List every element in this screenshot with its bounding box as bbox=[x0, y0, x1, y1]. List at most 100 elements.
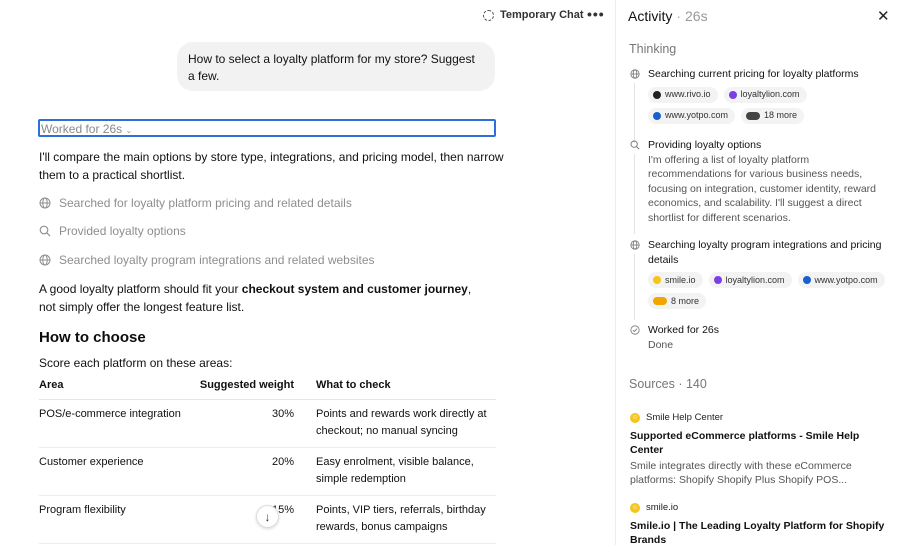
globe-icon bbox=[39, 197, 51, 209]
activity-item: Searching current pricing for loyalty pl… bbox=[630, 67, 892, 143]
temporary-chat-button[interactable]: Temporary Chat bbox=[483, 9, 584, 21]
source-card[interactable]: ☺ smile.io Smile.io | The Leading Loyalt… bbox=[630, 501, 885, 545]
cell-check: Points and rewards work directly at chec… bbox=[316, 399, 496, 448]
globe-icon bbox=[630, 69, 640, 79]
site-favicon-icon bbox=[728, 90, 737, 99]
activity-item: Providing loyalty options I'm offering a… bbox=[630, 138, 892, 234]
activity-title: Searching current pricing for loyalty pl… bbox=[648, 68, 859, 80]
step-label: Searched for loyalty platform pricing an… bbox=[59, 196, 352, 210]
stacked-favicons-icon bbox=[746, 111, 761, 120]
search-icon bbox=[39, 225, 51, 237]
score-text: Score each platform on these areas: bbox=[39, 356, 233, 370]
source-chip[interactable]: loyaltylion.com bbox=[723, 86, 807, 103]
header-check: What to check bbox=[316, 376, 496, 400]
source-site-name: Smile Help Center bbox=[646, 412, 724, 423]
activity-panel: Activity · 26s ✕ Thinking Searching curren… bbox=[615, 0, 900, 545]
user-message: How to select a loyalty platform for my … bbox=[177, 42, 495, 91]
cell-area: Customer experience bbox=[39, 447, 199, 496]
table-header-row: Area Suggested weight What to check bbox=[39, 376, 496, 400]
source-chip[interactable]: smile.io bbox=[648, 272, 703, 288]
step-item[interactable]: Searched for loyalty platform pricing an… bbox=[39, 196, 352, 210]
chevron-down-icon: ⌄ bbox=[125, 126, 133, 135]
cell-area: Program flexibility bbox=[39, 495, 199, 544]
source-chip[interactable]: www.rivo.io bbox=[648, 86, 718, 103]
activity-description: Done bbox=[648, 338, 674, 351]
more-sources-chip[interactable]: 8 more bbox=[648, 293, 707, 309]
site-favicon-icon bbox=[713, 276, 722, 284]
search-icon bbox=[630, 140, 640, 150]
activity-title: Providing loyalty options bbox=[648, 139, 762, 151]
table-row: POS/e-commerce integration 30% Points an… bbox=[39, 399, 496, 448]
site-favicon-icon bbox=[653, 111, 661, 120]
timeline-line bbox=[634, 83, 635, 143]
source-site-name: smile.io bbox=[646, 502, 679, 513]
worked-for-toggle[interactable]: Worked for 26s ⌄ bbox=[38, 119, 496, 137]
check-circle-icon bbox=[630, 325, 640, 335]
site-favicon-icon bbox=[653, 90, 661, 99]
fit-bold: checkout system and customer journey bbox=[241, 282, 468, 296]
panel-title: Activity bbox=[628, 8, 673, 24]
step-item[interactable]: Provided loyalty options bbox=[39, 224, 186, 238]
scroll-down-button[interactable]: ↓ bbox=[256, 505, 279, 528]
header-weight: Suggested weight bbox=[199, 376, 316, 400]
site-favicon-icon bbox=[653, 276, 661, 284]
smile-favicon-icon: ☺ bbox=[630, 413, 640, 423]
step-label: Provided loyalty options bbox=[59, 224, 186, 238]
source-chips: smile.io loyaltylion.com www.yotpo.com 8… bbox=[648, 272, 892, 309]
chip-label: smile.io bbox=[665, 274, 696, 285]
activity-item: Worked for 26s Done bbox=[630, 323, 892, 352]
more-sources-chip[interactable]: 18 more bbox=[741, 107, 805, 124]
close-icon[interactable]: ✕ bbox=[877, 7, 890, 25]
source-title[interactable]: Supported eCommerce platforms - Smile He… bbox=[630, 429, 885, 457]
cell-weight: 30% bbox=[199, 399, 316, 448]
fit-paragraph: A good loyalty platform should fit your … bbox=[39, 281, 489, 316]
source-chip[interactable]: www.yotpo.com bbox=[648, 107, 736, 124]
activity-title: Worked for 26s bbox=[648, 324, 720, 336]
chip-label: 8 more bbox=[671, 295, 700, 306]
sources-label: Sources bbox=[629, 377, 675, 391]
panel-header: Activity · 26s bbox=[628, 8, 708, 24]
thinking-label: Thinking bbox=[629, 42, 677, 56]
activity-description: I'm offering a list of loyalty platform … bbox=[648, 153, 877, 224]
source-snippet: Smile integrates directly with these eCo… bbox=[630, 460, 852, 486]
timeline-line bbox=[634, 254, 635, 320]
source-card[interactable]: ☺ Smile Help Center Supported eCommerce … bbox=[630, 411, 885, 487]
temporary-chat-label: Temporary Chat bbox=[500, 9, 584, 21]
arrow-down-icon: ↓ bbox=[264, 509, 271, 524]
sources-count: 140 bbox=[685, 377, 707, 391]
activity-item: Searching loyalty program integrations a… bbox=[630, 238, 892, 320]
site-favicon-icon bbox=[802, 276, 811, 284]
chip-label: www.rivo.io bbox=[665, 89, 711, 100]
section-heading: How to choose bbox=[39, 329, 146, 346]
sources-heading: Sources · 140 bbox=[629, 377, 707, 391]
step-item[interactable]: Searched loyalty program integrations an… bbox=[39, 253, 375, 267]
globe-icon bbox=[630, 240, 640, 250]
chip-label: loyaltylion.com bbox=[725, 274, 785, 285]
panel-duration: 26s bbox=[685, 8, 708, 24]
intro-paragraph: I'll compare the main options by store t… bbox=[39, 150, 504, 182]
cell-area: POS/e-commerce integration bbox=[39, 399, 199, 448]
source-title[interactable]: Smile.io | The Leading Loyalty Platform … bbox=[630, 519, 885, 545]
source-site: ☺ smile.io bbox=[630, 501, 885, 515]
source-chip[interactable]: loyaltylion.com bbox=[708, 272, 792, 288]
activity-title: Searching loyalty program integrations a… bbox=[648, 239, 882, 266]
chat-main: Temporary Chat ••• How to select a loyal… bbox=[0, 0, 615, 545]
chip-label: www.yotpo.com bbox=[665, 110, 729, 121]
source-site: ☺ Smile Help Center bbox=[630, 411, 885, 425]
title-separator: · bbox=[676, 8, 682, 24]
fit-prefix: A good loyalty platform should fit your bbox=[39, 282, 242, 296]
more-options-button[interactable]: ••• bbox=[587, 6, 605, 22]
chip-label: www.yotpo.com bbox=[814, 274, 878, 285]
source-chip[interactable]: www.yotpo.com bbox=[797, 272, 885, 288]
source-chips: www.rivo.io loyaltylion.com www.yotpo.co… bbox=[648, 86, 892, 124]
dashed-circle-icon bbox=[483, 9, 494, 21]
smile-favicon-icon: ☺ bbox=[630, 503, 640, 513]
top-bar: Temporary Chat ••• bbox=[0, 0, 615, 32]
chip-label: loyaltylion.com bbox=[740, 89, 800, 100]
cell-check: Easy enrolment, visible balance, simple … bbox=[316, 447, 496, 496]
cell-check: Points, VIP tiers, referrals, birthday r… bbox=[316, 495, 496, 544]
cell-weight: 20% bbox=[199, 447, 316, 496]
table-row: Customer experience 20% Easy enrolment, … bbox=[39, 447, 496, 496]
stacked-favicons-icon bbox=[653, 297, 667, 305]
header-area: Area bbox=[39, 376, 199, 400]
